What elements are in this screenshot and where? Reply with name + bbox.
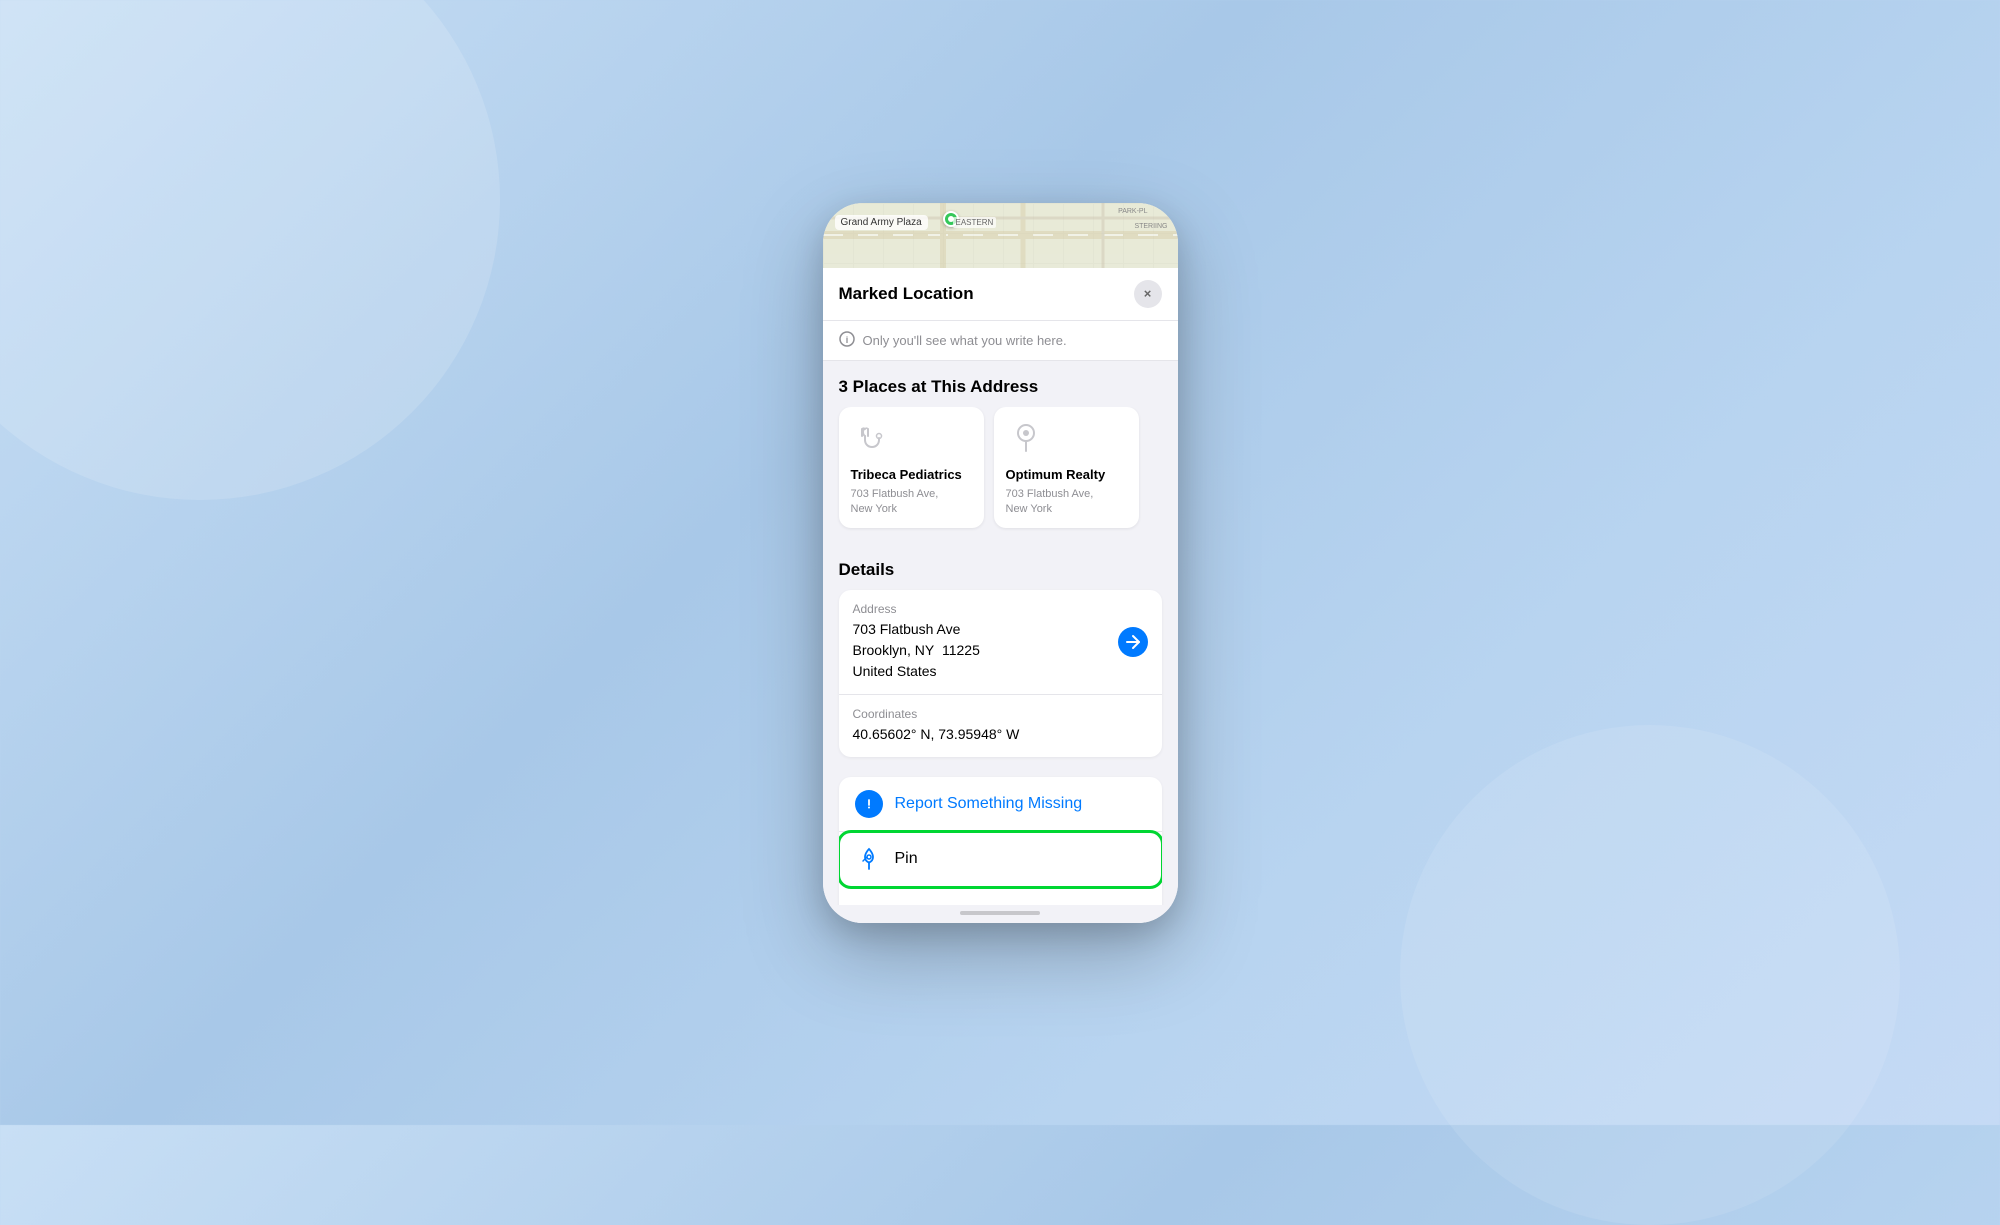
map-label: Grand Army Plaza: [835, 215, 928, 230]
pin-label: Pin: [895, 850, 918, 868]
coordinates-row: Coordinates 40.65602° N, 73.95948° W: [839, 695, 1162, 757]
svg-text:i: i: [845, 335, 848, 345]
tribeca-name: Tribeca Pediatrics: [851, 467, 972, 484]
map-area-label2: STERIING: [1134, 223, 1167, 230]
bottom-indicator: [823, 905, 1178, 923]
address-value: 703 Flatbush AveBrooklyn, NY 11225United…: [853, 619, 1148, 682]
modal-title: Marked Location: [839, 284, 974, 304]
modal-content: i Only you'll see what you write here. 3…: [823, 321, 1178, 905]
address-row: Address 703 Flatbush AveBrooklyn, NY 112…: [839, 590, 1162, 695]
stethoscope-icon: [851, 419, 891, 459]
coordinates-label: Coordinates: [853, 707, 1148, 721]
tribeca-address: 703 Flatbush Ave,New York: [851, 487, 972, 516]
note-hint-text: Only you'll see what you write here.: [863, 333, 1067, 348]
report-missing-label: Report Something Missing: [895, 795, 1083, 813]
details-section: Details Address 703 Flatbush AveBrooklyn…: [823, 544, 1178, 765]
coordinates-value: 40.65602° N, 73.95948° W: [853, 724, 1148, 745]
place-card-tribeca[interactable]: Tribeca Pediatrics 703 Flatbush Ave,New …: [839, 407, 984, 528]
place-card-optimum[interactable]: Optimum Realty 703 Flatbush Ave,New York: [994, 407, 1139, 528]
directions-button[interactable]: [1118, 627, 1148, 657]
location-pin-icon: [1006, 419, 1046, 459]
details-heading: Details: [823, 544, 1178, 590]
note-hint: i Only you'll see what you write here.: [823, 321, 1178, 361]
modal-sheet: Marked Location × i Only you'll see what…: [823, 268, 1178, 923]
remove-item[interactable]: Remove: [839, 887, 1162, 905]
phone-container: Grand Army Plaza EASTERN PARK-PL STERIIN…: [823, 203, 1178, 923]
optimum-name: Optimum Realty: [1006, 467, 1127, 484]
places-row: Tribeca Pediatrics 703 Flatbush Ave,New …: [823, 407, 1178, 544]
pin-item[interactable]: Pin: [839, 832, 1162, 887]
map-area: Grand Army Plaza EASTERN PARK-PL STERIIN…: [823, 203, 1178, 268]
home-indicator-bar: [960, 911, 1040, 915]
action-list: Report Something Missing Pin: [839, 777, 1162, 905]
info-icon: i: [839, 331, 855, 350]
pin-icon: [855, 845, 883, 873]
places-section-heading: 3 Places at This Address: [823, 361, 1178, 407]
report-icon: [855, 790, 883, 818]
map-road-label: EASTERN: [953, 217, 997, 228]
report-missing-item[interactable]: Report Something Missing: [839, 777, 1162, 832]
address-label: Address: [853, 602, 1148, 616]
map-area-label: PARK-PL: [1118, 208, 1147, 215]
details-card: Address 703 Flatbush AveBrooklyn, NY 112…: [839, 590, 1162, 757]
close-button[interactable]: ×: [1134, 280, 1162, 308]
optimum-address: 703 Flatbush Ave,New York: [1006, 487, 1127, 516]
modal-header: Marked Location ×: [823, 268, 1178, 321]
